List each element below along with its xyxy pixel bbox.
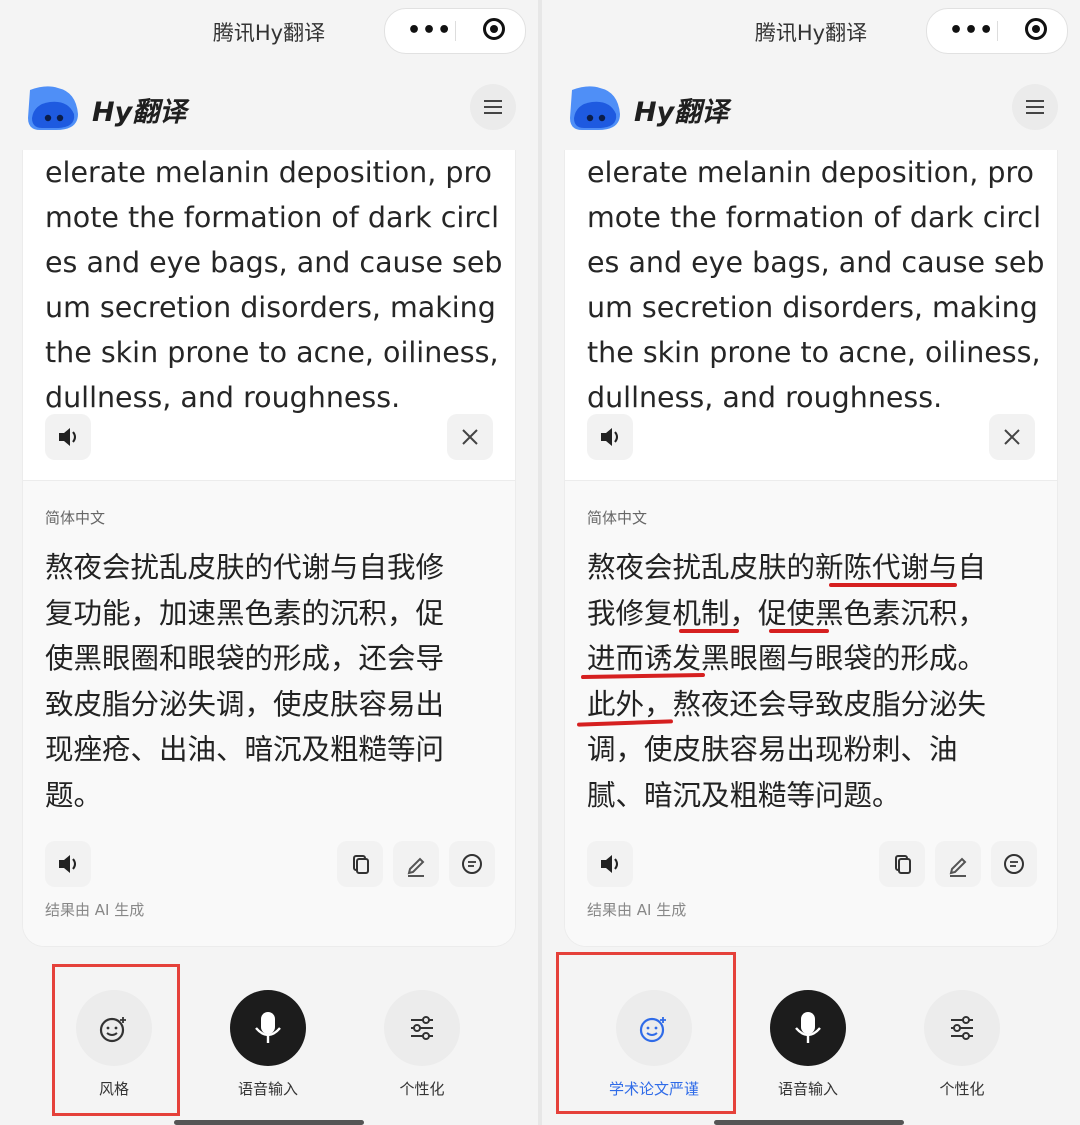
edit-button[interactable] <box>393 841 439 887</box>
more-icon[interactable]: ••• <box>407 18 452 43</box>
feedback-button[interactable] <box>449 841 495 887</box>
voice-input-button[interactable] <box>230 990 306 1066</box>
home-indicator <box>714 1120 904 1125</box>
translation-card: elerate melanin deposition, pro mote the … <box>22 150 516 947</box>
close-icon <box>462 429 478 445</box>
personalize-label: 个性化 <box>939 1080 985 1098</box>
clear-button[interactable] <box>447 414 493 460</box>
translation-section: 简体中文 熬夜会扰乱皮肤的新陈代谢与自 我修复机制，促使黑色素沉积， 进而诱发黑眼圈… <box>565 481 1057 946</box>
app-logo <box>28 86 78 130</box>
source-speaker-button[interactable] <box>587 414 633 460</box>
source-text: elerate melanin deposition, pro mote the … <box>587 156 1045 414</box>
sliders-icon <box>411 1016 433 1040</box>
close-target-icon[interactable] <box>1025 18 1047 40</box>
annotation-underline <box>769 629 829 633</box>
app-logo <box>570 86 620 130</box>
source-speaker-button[interactable] <box>45 414 91 460</box>
app-header: Hy翻译 <box>0 60 538 150</box>
capsule-menu: ••• <box>926 8 1068 54</box>
voice-input-label: 语音输入 <box>777 1080 838 1098</box>
ai-generated-note: 结果由 AI 生成 <box>587 901 687 919</box>
personalize-label: 个性化 <box>399 1080 445 1098</box>
more-icon[interactable]: ••• <box>949 18 994 43</box>
target-language-label[interactable]: 简体中文 <box>45 507 105 528</box>
app-name: Hy翻译 <box>634 97 729 128</box>
left-screen: 腾讯Hy翻译 ••• Hy翻译 elerate melanin depositi… <box>0 0 538 1125</box>
chat-icon <box>1004 854 1024 874</box>
annotation-underline <box>679 629 739 633</box>
close-icon <box>1004 429 1020 445</box>
home-indicator <box>174 1120 364 1125</box>
edit-icon <box>949 857 967 877</box>
speaker-icon <box>59 428 76 446</box>
microphone-icon <box>795 1012 821 1043</box>
menu-button[interactable] <box>470 84 516 130</box>
highlight-box <box>556 952 736 1114</box>
speaker-icon <box>601 428 618 446</box>
voice-input-button[interactable] <box>770 990 846 1066</box>
voice-input-label: 语音输入 <box>237 1080 298 1098</box>
target-language-label[interactable]: 简体中文 <box>587 507 647 528</box>
edit-icon <box>407 857 425 877</box>
personalize-button[interactable] <box>384 990 460 1066</box>
highlight-box <box>52 964 180 1116</box>
speaker-icon <box>601 855 618 873</box>
translation-section: 简体中文 熬夜会扰乱皮肤的代谢与自我修 复功能，加速黑色素的沉积，促 使黑眼圈和眼袋… <box>23 481 515 946</box>
microphone-icon <box>255 1012 281 1043</box>
translation-card: elerate melanin deposition, pro mote the … <box>564 150 1058 947</box>
copy-icon <box>353 855 369 874</box>
edit-button[interactable] <box>935 841 981 887</box>
ai-generated-note: 结果由 AI 生成 <box>45 901 145 919</box>
source-text: elerate melanin deposition, pro mote the … <box>45 156 503 414</box>
menu-button[interactable] <box>1012 84 1058 130</box>
copy-button[interactable] <box>337 841 383 887</box>
clear-button[interactable] <box>989 414 1035 460</box>
personalize-button[interactable] <box>924 990 1000 1066</box>
copy-icon <box>895 855 911 874</box>
annotation-underline <box>829 583 957 587</box>
mini-program-topbar: 腾讯Hy翻译 ••• <box>0 0 538 60</box>
sliders-icon <box>951 1016 973 1040</box>
result-speaker-button[interactable] <box>45 841 91 887</box>
translation-text: 熬夜会扰乱皮肤的新陈代谢与自 我修复机制，促使黑色素沉积， 进而诱发黑眼圈与眼袋的形… <box>587 551 987 812</box>
right-screen: 腾讯Hy翻译 ••• Hy翻译 elerate melanin depositi… <box>542 0 1080 1125</box>
mini-program-topbar: 腾讯Hy翻译 ••• <box>542 0 1080 60</box>
chat-icon <box>462 854 482 874</box>
feedback-button[interactable] <box>991 841 1037 887</box>
app-name: Hy翻译 <box>92 97 187 128</box>
translation-text: 熬夜会扰乱皮肤的代谢与自我修 复功能，加速黑色素的沉积，促 使黑眼圈和眼袋的形成，还… <box>45 551 445 812</box>
app-header: Hy翻译 <box>542 60 1080 150</box>
result-speaker-button[interactable] <box>587 841 633 887</box>
close-target-icon[interactable] <box>483 18 505 40</box>
capsule-menu: ••• <box>384 8 526 54</box>
speaker-icon <box>59 855 76 873</box>
copy-button[interactable] <box>879 841 925 887</box>
